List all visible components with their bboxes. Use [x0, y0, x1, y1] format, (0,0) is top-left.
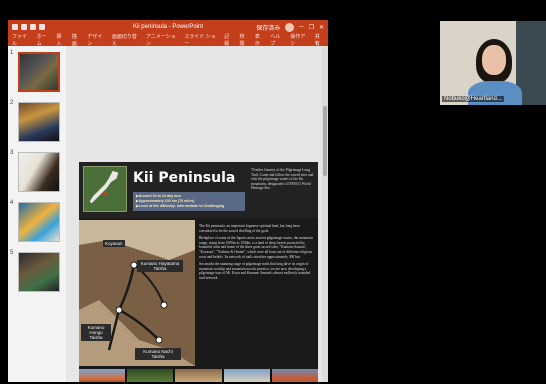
participant-video-tile[interactable]: Nobuko@Heartland...	[440, 21, 546, 105]
screen: Kii peninsula - PowerPoint 保存済み ─ ❐ ✕ ファ…	[0, 0, 546, 384]
slide-thumbnail[interactable]: 1	[8, 50, 66, 94]
paragraph: Birthplace of some of the Japan's most a…	[199, 236, 313, 259]
map-label-hongu: Kumano Hongu Taisha	[81, 324, 111, 341]
slide-thumbnail-image	[18, 102, 60, 142]
tab-slideshow[interactable]: スライド ショー	[184, 33, 218, 47]
forest-photo	[127, 369, 174, 382]
tab-record[interactable]: 記録	[224, 33, 233, 47]
slide-thumbnail[interactable]: 4	[8, 200, 66, 244]
participant-face	[482, 45, 506, 75]
tab-help[interactable]: ヘルプ	[270, 33, 284, 47]
slide-number: 1	[10, 50, 14, 56]
paragraph: The Kii peninsula, an important Japanese…	[199, 224, 300, 233]
slide-thumbnail[interactable]: 3	[8, 150, 66, 194]
slide-thumbnail-image	[18, 152, 60, 192]
slide-thumbnail-image	[18, 52, 60, 92]
slide-header: Kii Peninsula Around 10 to 14 day tour A…	[79, 162, 318, 218]
torii-photo	[223, 369, 270, 382]
tab-home[interactable]: ホーム	[37, 33, 51, 47]
temple-photo	[271, 369, 318, 382]
tab-draw[interactable]: 描画	[72, 33, 81, 47]
slide-number: 3	[10, 150, 14, 156]
slide-thumbnail-image	[18, 202, 60, 242]
tab-review[interactable]: 校閲	[240, 33, 249, 47]
scrollbar-thumb[interactable]	[323, 106, 327, 176]
tab-design[interactable]: デザイン	[87, 33, 106, 47]
fact-item: Level of the difficulty: Intermediate to…	[136, 204, 242, 209]
slide-thumbnail-image	[18, 252, 60, 292]
intro-text: 70 miles Journey of the Pilgrimage Long …	[251, 168, 314, 191]
editor-body: 1 2 3 4 5 Kii Peninsula ▶ Around 10 to 1…	[8, 46, 328, 382]
tell-me-search[interactable]: 操作アシ	[290, 33, 308, 47]
vertical-scrollbar[interactable]	[322, 46, 328, 382]
slide[interactable]: Kii Peninsula Around 10 to 14 day tour A…	[79, 162, 318, 382]
map-label-hayatama: Kumano Hayatama Taisha	[137, 260, 183, 272]
japan-map-image	[83, 166, 127, 212]
description-text: The Kii peninsula, an important Japanese…	[199, 224, 315, 284]
ribbon-tabs: ファイル ホーム 挿入 描画 デザイン 画面切り替え アニメーション スライド …	[8, 33, 328, 47]
slide-number: 4	[10, 200, 14, 206]
slide-number: 2	[10, 100, 14, 106]
share-button[interactable]: 共有	[315, 33, 324, 47]
powerpoint-window: Kii peninsula - PowerPoint 保存済み ─ ❐ ✕ ファ…	[8, 20, 328, 382]
slide-thumbnail[interactable]: 2	[8, 100, 66, 144]
slide-title: Kii Peninsula	[133, 170, 236, 186]
slide-number: 5	[10, 250, 14, 256]
slide-thumbnail[interactable]: 5	[8, 250, 66, 294]
tab-file[interactable]: ファイル	[12, 33, 31, 47]
map-label-nachi: Kumano Nachi Taisha	[135, 348, 181, 360]
slide-canvas[interactable]: Kii Peninsula Around 10 to 14 day tour A…	[66, 46, 328, 382]
paragraph: Set amidst the stunning stage of pilgrim…	[199, 262, 311, 280]
document-title: Kii peninsula - PowerPoint	[132, 24, 204, 30]
tour-facts-box: Around 10 to 14 day tour Approximately 1…	[133, 192, 245, 211]
participant-name: Nobuko@Heartland...	[442, 96, 504, 102]
tab-transitions[interactable]: 画面切り替え	[112, 33, 140, 47]
tab-animations[interactable]: アニメーション	[146, 33, 178, 47]
shrine-photo	[175, 369, 222, 382]
kii-route-map: Koyasan Kumano Hayatama Taisha Kumano Ho…	[79, 220, 195, 366]
pagoda-photo	[79, 369, 126, 382]
map-label-koyasan: Koyasan	[103, 240, 125, 247]
photo-strip	[79, 369, 318, 382]
tab-view[interactable]: 表示	[255, 33, 264, 47]
slide-thumbnail-pane: 1 2 3 4 5	[8, 46, 66, 382]
title-bar: Kii peninsula - PowerPoint 保存済み ─ ❐ ✕	[8, 20, 328, 34]
tab-insert[interactable]: 挿入	[57, 33, 66, 47]
